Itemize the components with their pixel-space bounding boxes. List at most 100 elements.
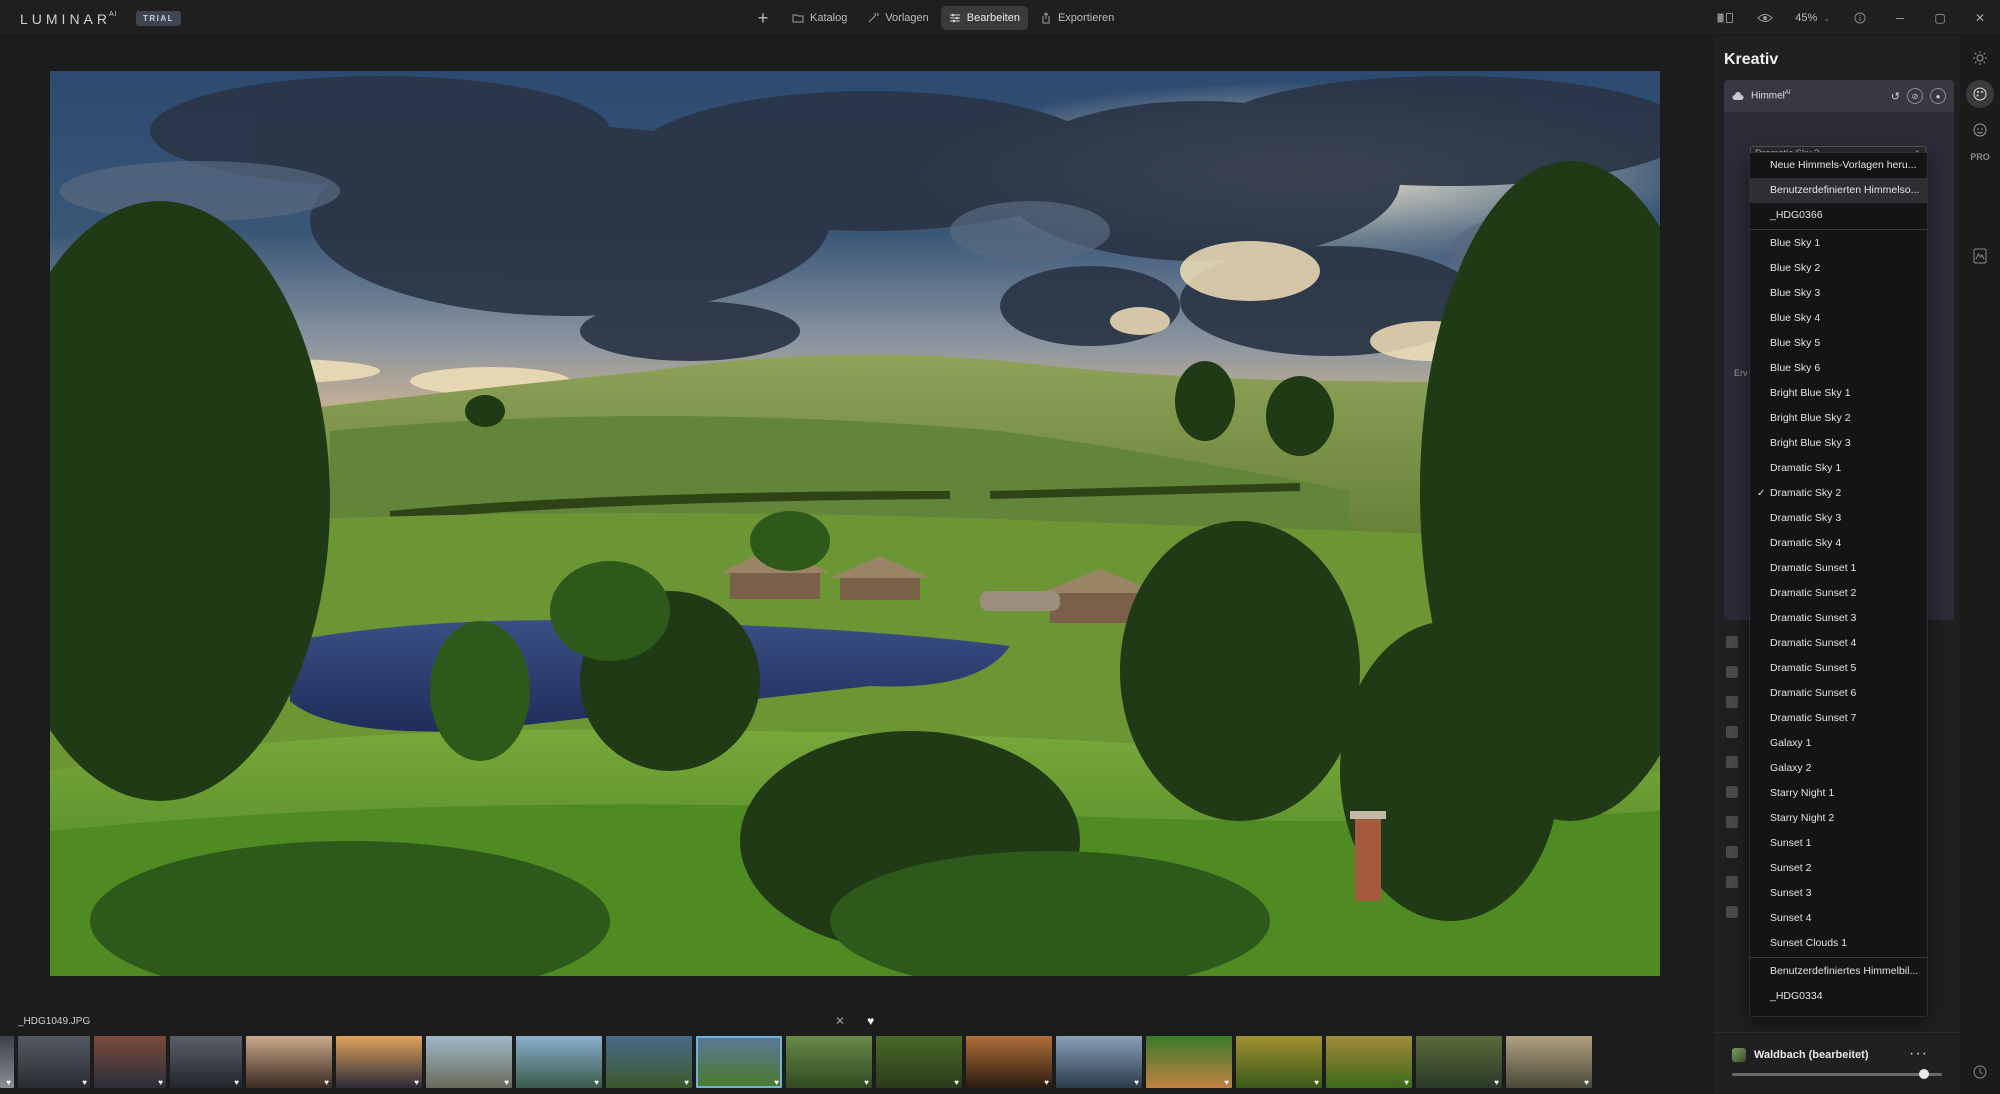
favorite-heart-icon[interactable]: ♥ xyxy=(1494,1078,1499,1087)
lines-icon[interactable] xyxy=(1726,666,1738,678)
film-icon[interactable] xyxy=(1726,906,1738,918)
menu-item-custom-sky-image[interactable]: Benutzerdefiniertes Himmelbil... xyxy=(1750,959,1927,984)
menu-item-preset[interactable]: Blue Sky 6 xyxy=(1750,356,1927,381)
menu-item-preset[interactable]: Sunset 4 xyxy=(1750,906,1927,931)
square-icon[interactable] xyxy=(1726,816,1738,828)
favorite-heart-icon[interactable]: ♥ xyxy=(684,1078,689,1087)
favorite-heart-icon[interactable]: ♥ xyxy=(82,1078,87,1087)
menu-item-custom-sky[interactable]: Benutzerdefinierten Himmelso... xyxy=(1750,178,1927,203)
menu-item-preset[interactable]: Dramatic Sunset 4 xyxy=(1750,631,1927,656)
menu-item-preset[interactable]: Bright Blue Sky 2 xyxy=(1750,406,1927,431)
more-options-button[interactable]: ··· xyxy=(1909,1045,1928,1063)
menu-item-preset[interactable]: Galaxy 2 xyxy=(1750,756,1927,781)
menu-item-preset[interactable]: Starry Night 2 xyxy=(1750,806,1927,831)
portrait-face-icon[interactable] xyxy=(1966,116,1994,144)
menu-item-preset[interactable]: Blue Sky 2 xyxy=(1750,256,1927,281)
menu-item-preset[interactable]: Dramatic Sunset 7 xyxy=(1750,706,1927,731)
favorite-heart-icon[interactable]: ♥ xyxy=(867,1014,874,1028)
filmstrip-thumbnail[interactable]: ♥ xyxy=(1146,1036,1232,1088)
edited-photo[interactable] xyxy=(50,71,1660,976)
filmstrip-thumbnail[interactable]: ♥ xyxy=(786,1036,872,1088)
favorite-heart-icon[interactable]: ♥ xyxy=(158,1078,163,1087)
filmstrip-thumbnail[interactable]: ♥ xyxy=(1236,1036,1322,1088)
history-clock-icon[interactable] xyxy=(1966,1058,1994,1086)
menu-item-preset[interactable]: Starry Night 1 xyxy=(1750,781,1927,806)
layers-icon[interactable] xyxy=(1966,242,1994,270)
menu-item-preset[interactable]: Sunset 2 xyxy=(1750,856,1927,881)
favorite-heart-icon[interactable]: ♥ xyxy=(864,1078,869,1087)
favorite-heart-icon[interactable]: ♥ xyxy=(1584,1078,1589,1087)
menu-item-preset[interactable]: Sunset 1 xyxy=(1750,831,1927,856)
favorite-heart-icon[interactable]: ♥ xyxy=(324,1078,329,1087)
filmstrip-thumbnail[interactable]: ♥ xyxy=(876,1036,962,1088)
menu-item-hdg0334[interactable]: _HDG0334 xyxy=(1750,984,1927,1009)
menu-item-hdg0366[interactable]: _HDG0366 xyxy=(1750,203,1927,228)
menu-item-preset[interactable]: Dramatic Sunset 2 xyxy=(1750,581,1927,606)
flask-icon[interactable] xyxy=(1726,846,1738,858)
filmstrip-thumbnail[interactable]: ♥ xyxy=(94,1036,166,1088)
minimize-button[interactable]: ─ xyxy=(1880,0,1920,36)
creative-palette-icon[interactable] xyxy=(1966,80,1994,108)
amount-slider-track[interactable] xyxy=(1732,1073,1942,1076)
filmstrip-thumbnail[interactable]: ♥ xyxy=(966,1036,1052,1088)
menu-item-load-sky-templates[interactable]: Neue Himmels-Vorlagen heru... xyxy=(1750,153,1927,178)
filmstrip-thumbnail[interactable]: ♥ xyxy=(606,1036,692,1088)
menu-item-preset[interactable]: Blue Sky 3 xyxy=(1750,281,1927,306)
sky-tool-header[interactable]: HimmelAI ↺ ⊘ ● xyxy=(1724,80,1954,112)
nav-catalog[interactable]: Katalog xyxy=(784,6,855,30)
menu-item-preset[interactable]: Dramatic Sunset 5 xyxy=(1750,656,1927,681)
amount-slider-handle[interactable] xyxy=(1919,1069,1929,1079)
menu-item-preset[interactable]: Bright Blue Sky 1 xyxy=(1750,381,1927,406)
favorite-heart-icon[interactable]: ♥ xyxy=(504,1078,509,1087)
brush-icon[interactable] xyxy=(1726,786,1738,798)
menu-item-preset[interactable]: Dramatic Sunset 3 xyxy=(1750,606,1927,631)
maximize-button[interactable]: ▢ xyxy=(1920,0,1960,36)
filmstrip-thumbnail[interactable]: ♥ xyxy=(336,1036,422,1088)
visibility-toggle-icon[interactable]: ● xyxy=(1930,88,1946,104)
filmstrip-thumbnail[interactable]: ♥ xyxy=(1506,1036,1592,1088)
menu-item-preset[interactable]: Sunset Clouds 1 xyxy=(1750,931,1927,956)
image-canvas[interactable] xyxy=(0,36,1714,1010)
filmstrip-thumbnail[interactable]: ♥ xyxy=(246,1036,332,1088)
lightning-icon[interactable] xyxy=(1726,726,1738,738)
favorite-heart-icon[interactable]: ♥ xyxy=(414,1078,419,1087)
undo-icon[interactable]: ↺ xyxy=(1891,90,1900,103)
sun-rays-icon[interactable] xyxy=(1726,696,1738,708)
filmstrip-thumbnail[interactable]: ♥ xyxy=(516,1036,602,1088)
filmstrip-thumbnail[interactable]: ♥ xyxy=(1326,1036,1412,1088)
menu-item-preset[interactable]: Dramatic Sunset 6 xyxy=(1750,681,1927,706)
filmstrip-thumbnail[interactable]: ♥ xyxy=(170,1036,242,1088)
essentials-sun-icon[interactable] xyxy=(1966,44,1994,72)
menu-item-preset[interactable]: Blue Sky 4 xyxy=(1750,306,1927,331)
menu-item-preset[interactable]: Dramatic Sunset 1 xyxy=(1750,556,1927,581)
filmstrip-thumbnail[interactable]: ♥ xyxy=(0,1036,14,1088)
favorite-heart-icon[interactable]: ♥ xyxy=(1044,1078,1049,1087)
add-photos-button[interactable]: + xyxy=(750,6,776,30)
menu-item-preset[interactable]: Blue Sky 5 xyxy=(1750,331,1927,356)
advanced-settings-label[interactable]: Erv xyxy=(1734,368,1748,378)
favorite-heart-icon[interactable]: ♥ xyxy=(594,1078,599,1087)
filmstrip-thumbnail[interactable]: ♥ xyxy=(426,1036,512,1088)
favorite-heart-icon[interactable]: ♥ xyxy=(234,1078,239,1087)
favorite-heart-icon[interactable]: ♥ xyxy=(6,1078,11,1087)
nav-presets[interactable]: Vorlagen xyxy=(859,6,936,30)
compare-icon[interactable] xyxy=(1705,0,1745,36)
filmstrip-thumbnail[interactable]: ♥ xyxy=(18,1036,90,1088)
favorite-heart-icon[interactable]: ♥ xyxy=(1134,1078,1139,1087)
menu-item-preset[interactable]: Dramatic Sky 4 xyxy=(1750,531,1927,556)
sparkle-icon[interactable] xyxy=(1726,876,1738,888)
filmstrip-thumbnail[interactable]: ♥ xyxy=(1056,1036,1142,1088)
reset-icon[interactable]: ⊘ xyxy=(1907,88,1923,104)
favorite-heart-icon[interactable]: ♥ xyxy=(1404,1078,1409,1087)
pro-tools-label[interactable]: PRO xyxy=(1960,152,2000,162)
favorite-heart-icon[interactable]: ♥ xyxy=(1224,1078,1229,1087)
menu-item-preset[interactable]: Blue Sky 1 xyxy=(1750,231,1927,256)
favorite-heart-icon[interactable]: ♥ xyxy=(954,1078,959,1087)
info-icon[interactable] xyxy=(1840,0,1880,36)
eye-icon[interactable] xyxy=(1745,0,1785,36)
menu-item-preset[interactable]: ✓ Dramatic Sky 2 xyxy=(1750,481,1927,506)
favorite-heart-icon[interactable]: ♥ xyxy=(1314,1078,1319,1087)
filmstrip-thumbnail[interactable]: ♥ xyxy=(696,1036,782,1088)
menu-item-preset[interactable]: Dramatic Sky 3 xyxy=(1750,506,1927,531)
menu-item-preset[interactable]: Dramatic Sky 1 xyxy=(1750,456,1927,481)
